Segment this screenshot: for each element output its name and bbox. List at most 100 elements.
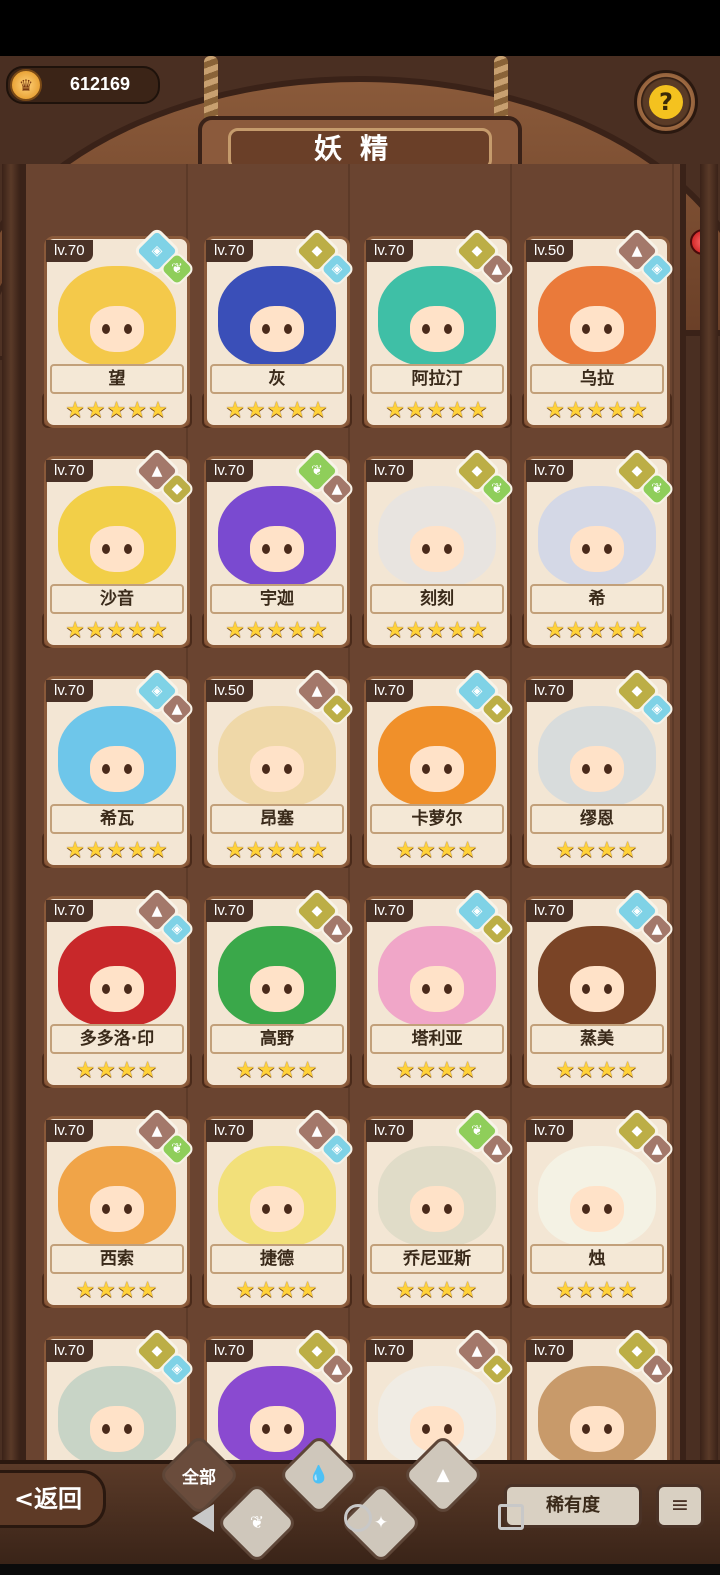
fairy-card[interactable]: lv.70 ◆ ❦ 希 ★★★★★	[520, 446, 676, 652]
earth-glyph: ◆	[491, 1361, 503, 1377]
fairy-portrait	[538, 926, 656, 1026]
fire-glyph: ▲	[171, 701, 183, 717]
help-button[interactable]: ?	[634, 70, 698, 134]
fairy-face	[570, 1406, 624, 1452]
fairy-portrait	[58, 1366, 176, 1466]
eye	[422, 1204, 430, 1214]
star-rating: ★★★★★	[225, 618, 329, 643]
fairy-face	[250, 526, 304, 572]
fairy-card[interactable]: lv.70 ◆ ◈ 缪恩 ★★★★	[520, 666, 676, 872]
plant-glyph: ❦	[651, 481, 663, 497]
fairy-face	[90, 746, 144, 792]
back-button[interactable]: <返回	[0, 1470, 106, 1528]
fairy-portrait	[378, 706, 496, 806]
fairy-card[interactable]: lv.70 ◆ ▲ 烛 ★★★★	[520, 1106, 676, 1312]
fairy-portrait	[538, 1146, 656, 1246]
level-badge: lv.70	[206, 1340, 253, 1362]
fairy-name: 烛	[530, 1244, 664, 1274]
fairy-card[interactable]: lv.70 ◈ ▲ 蒸美 ★★★★	[520, 886, 676, 1092]
fire-glyph: ▲	[491, 261, 503, 277]
eye	[284, 544, 292, 554]
fairy-card[interactable]: lv.70 ❦ ▲ 宇迦 ★★★★★	[200, 446, 356, 652]
fairy-face	[90, 966, 144, 1012]
fairy-card[interactable]: lv.50 ▲ ◈ 乌拉 ★★★★★	[520, 226, 676, 432]
fairy-name: 缪恩	[530, 804, 664, 834]
fairy-name: 昂塞	[210, 804, 344, 834]
eye	[422, 764, 430, 774]
eye	[102, 324, 110, 334]
level-badge: lv.70	[206, 900, 253, 922]
fairy-name: 望	[50, 364, 184, 394]
star-rating: ★★★★	[75, 1278, 159, 1303]
eye	[422, 1424, 430, 1434]
eye	[422, 984, 430, 994]
level-badge: lv.70	[526, 900, 573, 922]
eye	[102, 544, 110, 554]
status-bar	[0, 0, 720, 56]
star-rating: ★★★★★	[225, 838, 329, 863]
level-badge: lv.70	[46, 1340, 93, 1362]
tab-all-label: 全部	[182, 1467, 216, 1488]
eye	[604, 1424, 612, 1434]
level-badge: lv.70	[46, 900, 93, 922]
fairy-card[interactable]: lv.50 ▲ ◆ 昂塞 ★★★★★	[200, 666, 356, 872]
fairy-name: 蒸美	[530, 1024, 664, 1054]
level-badge: lv.70	[46, 1120, 93, 1142]
rarity-sort-button[interactable]: 稀有度	[504, 1484, 642, 1528]
eye	[604, 764, 612, 774]
fairy-portrait	[378, 486, 496, 586]
eye	[124, 544, 132, 554]
flame-icon: ✦	[373, 1513, 389, 1533]
fire-glyph: ▲	[331, 1361, 343, 1377]
fairy-card[interactable]: lv.70 ▲ ◆ 沙音 ★★★★★	[40, 446, 196, 652]
water-glyph: ◈	[171, 921, 183, 937]
eye	[284, 324, 292, 334]
star-rating: ★★★★	[395, 1058, 479, 1083]
mountain-icon: ▲	[436, 1465, 450, 1485]
star-rating: ★★★★	[395, 1278, 479, 1303]
eye	[422, 324, 430, 334]
fairy-card[interactable]: lv.70 ◈ ◆ 卡萝尔 ★★★★	[360, 666, 516, 872]
fairy-face	[90, 306, 144, 352]
fairy-portrait	[378, 926, 496, 1026]
fairy-portrait	[378, 266, 496, 366]
fairy-face	[570, 306, 624, 352]
fairy-card[interactable]: lv.70 ◆ ❦ 刻刻 ★★★★★	[360, 446, 516, 652]
fairy-face	[570, 526, 624, 572]
fairy-card[interactable]: lv.70 ◈ ▲ 希瓦 ★★★★★	[40, 666, 196, 872]
fairy-name: 宇迦	[210, 584, 344, 614]
fairy-face	[570, 966, 624, 1012]
fairy-card[interactable]: lv.70 ❦ ▲ 乔尼亚斯 ★★★★	[360, 1106, 516, 1312]
fairy-face	[90, 1186, 144, 1232]
star-rating: ★★★★★	[225, 398, 329, 423]
eye	[124, 1204, 132, 1214]
fairy-card[interactable]: lv.70 ▲ ◈ 捷德 ★★★★	[200, 1106, 356, 1312]
fairy-card[interactable]: lv.70 ◆ ◈ 灰 ★★★★★	[200, 226, 356, 432]
sort-descending-icon[interactable]: ≡	[656, 1484, 704, 1528]
eye	[262, 764, 270, 774]
eye	[284, 984, 292, 994]
fairy-card[interactable]: lv.70 ▲ ◈ 多多洛·印 ★★★★	[40, 886, 196, 1092]
fairy-card[interactable]: lv.70 ◆ ▲ 高野 ★★★★	[200, 886, 356, 1092]
eye	[582, 324, 590, 334]
star-rating: ★★★★	[395, 838, 479, 863]
water-glyph: ◈	[651, 701, 663, 717]
coin-counter: ♛ 612169	[6, 66, 160, 104]
fairy-name: 阿拉汀	[370, 364, 504, 394]
level-badge: lv.70	[206, 240, 253, 262]
eye	[124, 324, 132, 334]
eye	[422, 544, 430, 554]
water-drop-icon: 💧	[308, 1465, 330, 1485]
fairy-face	[410, 1186, 464, 1232]
level-badge: lv.50	[526, 240, 573, 262]
level-badge: lv.70	[366, 900, 413, 922]
fairy-card[interactable]: lv.70 ◈ ❦ 望 ★★★★★	[40, 226, 196, 432]
fairy-card[interactable]: lv.70 ◆ ▲ 阿拉汀 ★★★★★	[360, 226, 516, 432]
fairy-name: 沙音	[50, 584, 184, 614]
eye	[604, 324, 612, 334]
fairy-face	[410, 526, 464, 572]
fairy-card[interactable]: lv.70 ◈ ◆ 塔利亚 ★★★★	[360, 886, 516, 1092]
coin-value: 612169	[69, 74, 131, 94]
fairy-name: 乌拉	[530, 364, 664, 394]
fairy-card[interactable]: lv.70 ▲ ❦ 西索 ★★★★	[40, 1106, 196, 1312]
